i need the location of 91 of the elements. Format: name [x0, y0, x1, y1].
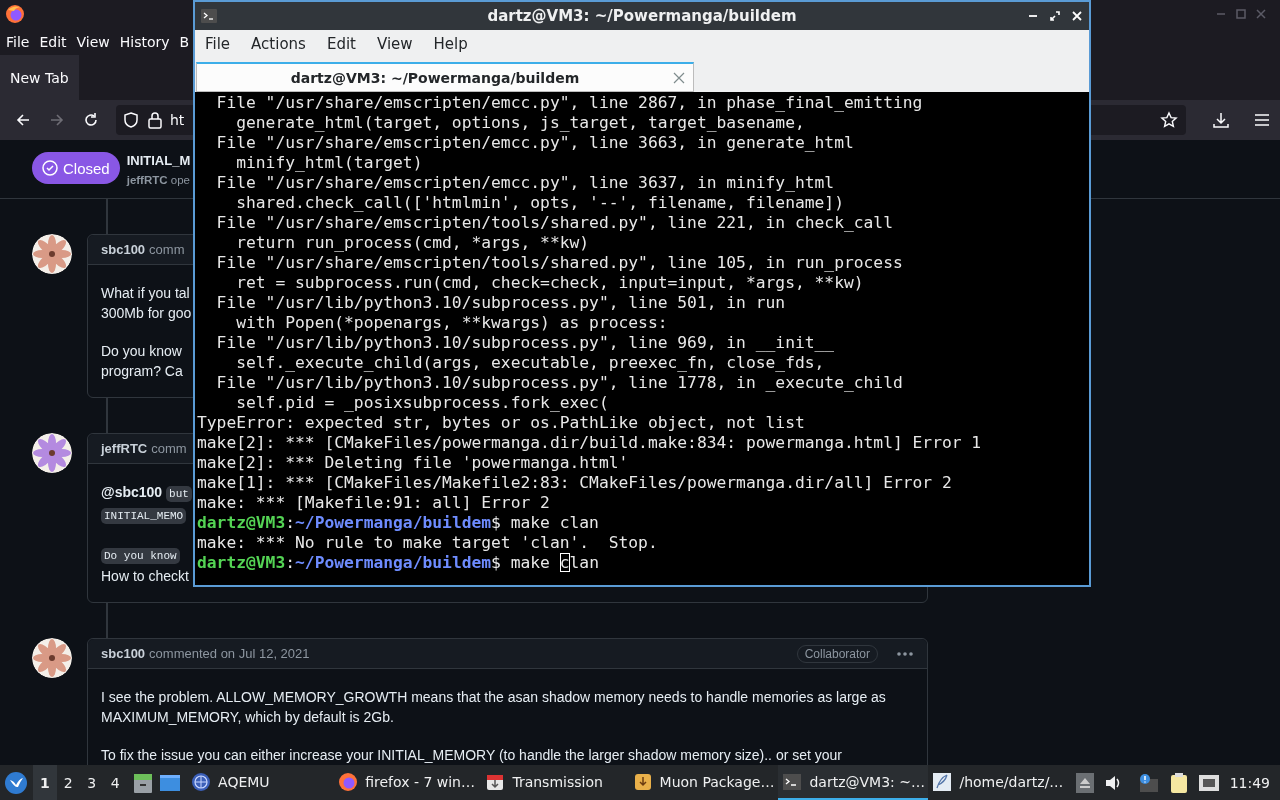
avatar-icon[interactable] [32, 234, 72, 274]
output-line: generate_html(target, options, js_target, target_basename, [235, 113, 806, 133]
package-icon [632, 771, 653, 792]
start-menu-icon[interactable] [5, 771, 27, 794]
output-line: File "/usr/share/emscripten/emcc.py", line 3663, in generate_html [215, 133, 855, 153]
menu-item[interactable]: Edit [39, 33, 67, 50]
output-line: ret = subprocess.run(cmd, check=check, input=input, *args, **kw) [235, 273, 865, 293]
reload-icon[interactable] [82, 111, 100, 129]
avatar-icon[interactable] [32, 638, 72, 678]
output-line: shared.check_call(['htmlmin', opts, '--', filename, filename]) [235, 193, 845, 213]
output-line: File "/usr/share/emscripten/tools/shared.py", line 221, in check_call [215, 213, 894, 233]
comment-paragraph: @sbc100 but INITIAL_MEMO [101, 482, 192, 526]
window-icon[interactable] [159, 772, 182, 793]
comment-paragraph: What if you tal 300Mb for goo [101, 284, 192, 323]
comment-author[interactable]: sbc100 [101, 242, 146, 257]
firefox-icon[interactable] [5, 4, 25, 24]
shield-icon[interactable] [122, 111, 140, 129]
comment-meta: comm [151, 441, 187, 456]
output-line: File "/usr/lib/python3.10/subprocess.py", line 969, in __init__ [215, 333, 836, 353]
feather-icon [932, 771, 953, 792]
output-line: self._execute_child(args, executable, preexec_fn, close_fds, [235, 353, 826, 373]
file-cabinet-icon[interactable] [133, 771, 154, 794]
output-line: File "/usr/share/emscripten/emcc.py", line 3637, in minify_html [215, 173, 836, 193]
comment-paragraph: I see the problem. ALLOW_MEMORY_GROWTH means that the asan shadow memory needs to handle memories as large as MAXIMUM_MEMORY, which by default is 2Gb. [101, 688, 886, 727]
download-icon[interactable] [1212, 111, 1230, 129]
output-line: minify_html(target) [235, 153, 424, 173]
bookmark-star-icon[interactable] [1160, 111, 1178, 129]
output-line: File "/usr/lib/python3.10/subprocess.py", line 1778, in _execute_child [215, 373, 904, 393]
globe-icon [191, 771, 212, 792]
workspace-button[interactable]: 2 [56, 765, 81, 800]
comment-paragraph: To fix the issue you can either increase your INITIAL_MEMORY (to handle the larger shadow memory size).. or set your [101, 746, 843, 765]
task-button[interactable]: Transmission [481, 765, 629, 800]
terminal-icon [782, 771, 803, 792]
output-line: make: *** No rule to make target 'clan'. Stop. [197, 533, 659, 553]
terminal-icon [201, 9, 217, 23]
output-line: return run_process(cmd, *args, **kw) [235, 233, 591, 253]
output-line: self.pid = _posixsubprocess.fork_exec( [235, 393, 610, 413]
menu-icon[interactable] [1254, 113, 1270, 127]
output-line: make[2]: *** Deleting file 'powermanga.html' [197, 453, 630, 473]
issue-title[interactable]: INITIAL_M [126, 152, 191, 170]
output-line: make[2]: *** [CMakeFiles/powermanga.dir/build.make:834: powermanga.html] Error 1 [197, 433, 983, 453]
comment-paragraph: Do you know How to checkt [101, 547, 189, 586]
task-button[interactable]: firefox - 7 win… [334, 765, 482, 800]
status-label: Closed [63, 159, 110, 177]
menu-item[interactable]: File [6, 33, 30, 50]
output-line: make[1]: *** [CMakeFiles/Makefile2:83: CMakeFiles/powermanga.dir/all] Error 2 [197, 473, 953, 493]
comment-meta: commented on Jul 12, 2021 [149, 646, 310, 661]
prompt-line: dartz@VM3:~/Powermanga/buildem$ make clan [197, 513, 600, 533]
prompt-line: dartz@VM3:~/Powermanga/buildem$ make clan [197, 553, 600, 573]
menu-item[interactable]: View [366, 35, 424, 53]
restore-icon[interactable] [1049, 10, 1061, 22]
output-line: File "/usr/share/emscripten/emcc.py", line 2867, in phase_final_emitting [215, 93, 924, 113]
output-line: File "/usr/share/emscripten/tools/shared.py", line 105, in run_process [215, 253, 904, 273]
address-field[interactable]: ht [170, 112, 186, 128]
comment-author[interactable]: sbc100 [101, 646, 146, 661]
output-line: TypeError: expected str, bytes or os.PathLike object, not list [197, 413, 806, 433]
check-circle-icon [42, 160, 58, 176]
issue-meta: jeffRTC ope [126, 173, 190, 188]
comment-paragraph: Do you know program? Ca [101, 342, 183, 381]
menu-item[interactable]: Edit [316, 35, 367, 53]
browser-tab[interactable]: New Tab [0, 55, 79, 100]
task-button[interactable]: AQEMU [187, 765, 335, 800]
firefox-icon [338, 771, 359, 792]
menu-item[interactable]: History [119, 33, 170, 50]
task-button[interactable]: dartz@VM3: ~… [778, 765, 929, 800]
eject-icon[interactable] [1075, 772, 1094, 793]
lock-icon[interactable] [147, 111, 163, 129]
avatar-icon[interactable] [32, 433, 72, 473]
workspace-button[interactable]: 1 [33, 765, 57, 800]
menu-item[interactable]: Actions [241, 35, 317, 53]
task-button[interactable]: /home/dartz/… [928, 765, 1076, 800]
clock: 11:49 [1229, 774, 1270, 791]
output-line: make: *** [Makefile:91: all] Error 2 [197, 493, 551, 513]
volume-icon[interactable] [1103, 773, 1122, 792]
more-options-icon[interactable] [896, 650, 914, 657]
task-button[interactable]: Muon Package… [628, 765, 779, 800]
workspace-button[interactable]: 4 [103, 765, 128, 800]
notification-icon[interactable] [1137, 772, 1160, 793]
output-line: File "/usr/lib/python3.10/subprocess.py", line 501, in run [215, 293, 787, 313]
comment-meta: comm [149, 242, 185, 257]
comment-author[interactable]: jeffRTC [101, 441, 148, 456]
menu-item[interactable]: Help [423, 35, 479, 53]
window-title: dartz@VM3: ~/Powermanga/buildem [486, 7, 798, 25]
menu-item[interactable]: File [195, 35, 242, 53]
workspace-button[interactable]: 3 [80, 765, 104, 800]
menu-item[interactable]: View [76, 33, 110, 50]
terminal-tab[interactable]: dartz@VM3: ~/Powermanga/buildem [196, 62, 694, 92]
network-icon[interactable] [1197, 772, 1220, 793]
output-line: with Popen(*popenargs, **kwargs) as process: [235, 313, 669, 333]
clipboard-icon[interactable] [1169, 771, 1188, 794]
menu-item[interactable]: B [179, 33, 190, 50]
